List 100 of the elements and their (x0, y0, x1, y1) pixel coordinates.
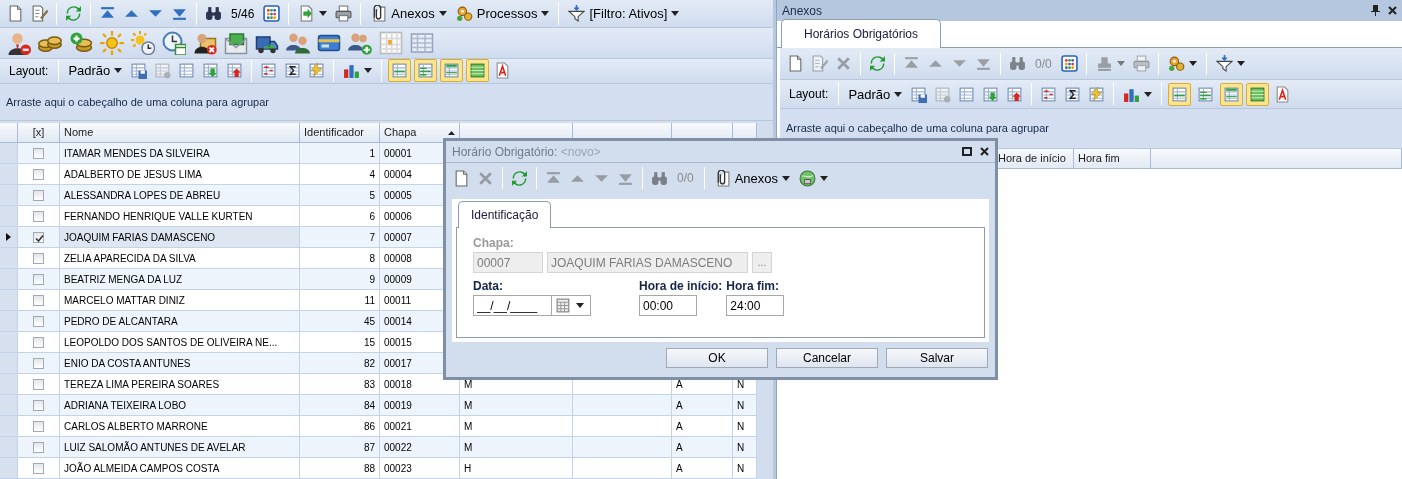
globe-icon (799, 169, 817, 187)
tab[interactable]: Identificação (458, 201, 552, 228)
sheet-icon[interactable] (410, 30, 434, 55)
grid-rows-icon (417, 62, 435, 79)
checkbox[interactable] (33, 462, 44, 474)
time-field[interactable]: 24:00 (726, 295, 785, 316)
grid-header-toggle-button[interactable] (1220, 82, 1244, 106)
tab[interactable]: Horários Obrigatórios (781, 19, 942, 48)
column-header[interactable]: Hora fim (1074, 148, 1151, 169)
gears-button[interactable]: Processos (452, 3, 553, 25)
checkbox[interactable] (33, 147, 44, 159)
date-field[interactable]: __/__/____ (473, 295, 591, 316)
new-document-icon[interactable] (7, 5, 24, 23)
column-header[interactable]: Nome (60, 123, 300, 143)
columns-icon[interactable] (1040, 85, 1058, 103)
envelope-icon[interactable] (224, 30, 248, 55)
checkbox[interactable] (33, 357, 44, 369)
checkbox[interactable] (33, 315, 44, 327)
table-cell: M (460, 395, 573, 416)
grid-header-toggle-button[interactable] (440, 59, 464, 82)
table-cell: A (672, 437, 733, 458)
table-cell: JOAQUIM FARIAS DAMASCENO (60, 227, 300, 248)
column-header[interactable]: Chapa (380, 123, 460, 143)
column-header (0, 123, 18, 143)
calendar-icon[interactable] (379, 30, 403, 55)
checkbox[interactable] (33, 231, 44, 243)
sun-icon[interactable] (100, 30, 124, 55)
checkbox[interactable] (33, 420, 44, 432)
grid-rows-icon (1197, 85, 1215, 103)
column-header[interactable]: Identificador (300, 123, 380, 143)
ok-button[interactable]: OK (666, 348, 768, 368)
binoculars-icon[interactable] (205, 5, 222, 23)
upload-icon[interactable] (226, 62, 244, 79)
checkbox[interactable] (33, 294, 44, 306)
table-cell: ITAMAR MENDES DA SILVEIRA (60, 143, 300, 164)
field-label: Hora de início: (639, 278, 723, 295)
printer-icon[interactable] (335, 5, 353, 23)
sum-icon[interactable] (1064, 85, 1082, 103)
edit-document-icon[interactable] (31, 5, 48, 23)
grid-header-icon (1223, 85, 1241, 103)
grid-fill-icon (1249, 85, 1267, 103)
new-document-icon[interactable] (787, 55, 804, 72)
layout-button[interactable]: Padrão (845, 85, 906, 103)
time-field[interactable]: 00:00 (639, 295, 697, 316)
checkbox[interactable] (33, 378, 44, 390)
layout-button[interactable]: Padrão (65, 62, 126, 79)
table-cell: 87 (300, 437, 380, 458)
checkbox[interactable] (33, 252, 44, 264)
pin-icon[interactable] (1371, 5, 1380, 16)
save-button[interactable]: Salvar (886, 348, 988, 368)
table-cell: 88 (300, 458, 380, 479)
close-icon[interactable] (980, 147, 989, 156)
save-layout-icon[interactable] (910, 85, 928, 103)
columns-icon[interactable] (260, 62, 278, 79)
paperclip-button[interactable]: Anexos (367, 3, 450, 25)
table-icon[interactable] (958, 85, 976, 103)
grid-fill-toggle-button[interactable] (466, 59, 490, 82)
person-remove-icon[interactable] (7, 30, 31, 55)
caret-icon (576, 303, 584, 308)
filter-button[interactable]: [Filtro: Ativos] (565, 3, 683, 25)
lightning-table-icon[interactable] (308, 62, 326, 79)
table-cell: 1 (300, 143, 380, 164)
grid-header-icon (443, 62, 461, 79)
grid-fill-toggle-button[interactable] (1246, 82, 1270, 106)
checkbox[interactable] (33, 168, 44, 180)
sun-clock-icon[interactable] (131, 30, 155, 55)
field-label: Chapa: (473, 235, 515, 252)
paperclip-button[interactable]: Anexos (710, 167, 794, 189)
color-grid-icon[interactable] (1060, 55, 1078, 72)
table-cell: 82 (300, 353, 380, 374)
bar-chart-icon (343, 62, 361, 79)
close-icon[interactable] (1388, 6, 1397, 15)
group-by-hint: Arraste aqui o cabeçalho de uma coluna para agrupar (786, 122, 1049, 134)
refresh-icon[interactable] (511, 169, 528, 187)
coins-add-icon[interactable] (69, 30, 93, 55)
checkbox[interactable] (33, 441, 44, 453)
clock-calendar-icon[interactable] (162, 30, 186, 55)
refresh-icon[interactable] (65, 5, 82, 23)
maximize-icon[interactable] (962, 147, 972, 156)
import-icon[interactable] (982, 85, 1000, 103)
grid-lines-toggle-button[interactable] (1168, 82, 1192, 106)
save-layout-icon[interactable] (130, 62, 148, 79)
grid-rows-toggle-button[interactable] (414, 59, 438, 82)
upload-icon[interactable] (1006, 85, 1024, 103)
lightning-table-icon[interactable] (1088, 85, 1106, 103)
layout-label: Layout: (788, 86, 830, 103)
checkbox[interactable] (33, 189, 44, 201)
grid-lines-toggle-button[interactable] (388, 59, 412, 82)
table-icon[interactable] (178, 62, 196, 79)
sum-icon[interactable] (284, 62, 302, 79)
cancel-button[interactable]: Cancelar (776, 348, 878, 368)
import-icon[interactable] (202, 62, 220, 79)
refresh-icon[interactable] (869, 55, 886, 72)
checkbox[interactable] (33, 399, 44, 411)
color-grid-icon[interactable] (263, 5, 281, 23)
checkbox[interactable] (33, 273, 44, 285)
column-header[interactable]: [x] (18, 123, 60, 143)
checkbox[interactable] (33, 210, 44, 222)
checkbox[interactable] (33, 336, 44, 348)
new-document-icon[interactable] (453, 169, 470, 187)
